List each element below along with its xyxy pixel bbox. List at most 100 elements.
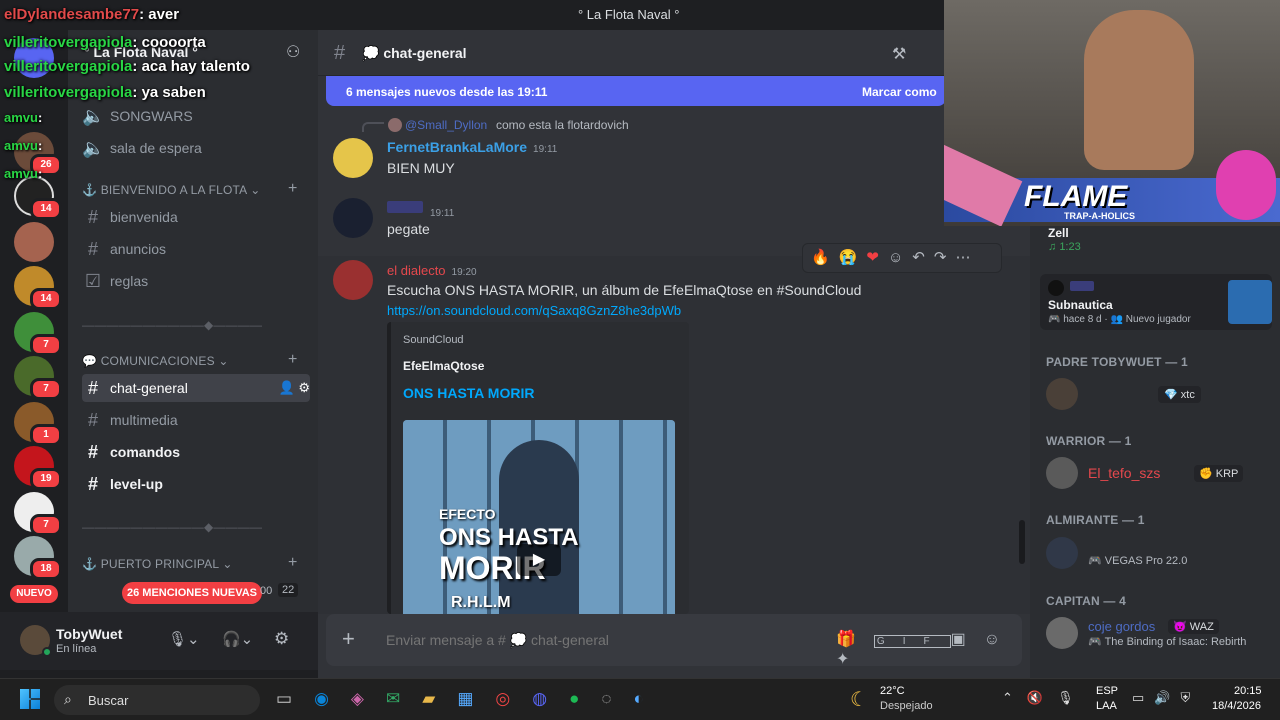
settings-icon[interactable]: ⚙ [274, 629, 289, 649]
message-link[interactable]: https://on.soundcloud.com/qSaxq8GznZ8he3… [387, 303, 681, 318]
taskbar-search[interactable]: ⌕ Buscar [54, 685, 260, 715]
author-name[interactable] [387, 201, 423, 213]
copilot-icon[interactable]: ◈ [351, 689, 386, 708]
reply-icon[interactable]: ↶ [912, 249, 934, 266]
divider-category[interactable]: ——————————◆———— [82, 318, 262, 332]
search-icon: ⌕ [64, 691, 72, 707]
fire-reaction-icon[interactable]: 🔥 [811, 249, 839, 266]
channel-comandos[interactable]: # comandos [82, 438, 310, 466]
avatar[interactable] [1046, 617, 1078, 649]
avatar[interactable] [333, 138, 373, 178]
gif-icon[interactable]: GIF [873, 635, 951, 648]
threads-icon[interactable]: ⚒ [892, 44, 906, 64]
avatar[interactable] [1046, 457, 1078, 489]
mic-icon[interactable]: 🎙⌄ [168, 630, 200, 648]
add-friend-icon[interactable]: ⚇ [286, 42, 300, 62]
voice-channel-songwars[interactable]: 🔈 SONGWARS [82, 102, 310, 130]
store-icon[interactable]: ▦ [457, 689, 495, 708]
file-explorer-icon[interactable]: ▰ [422, 689, 457, 708]
server-icon[interactable] [14, 222, 54, 262]
spotify-icon[interactable]: ● [569, 689, 601, 708]
emoji-icon[interactable]: ☺ [984, 631, 1018, 648]
reply-text[interactable]: como esta la flotardovich [496, 118, 629, 132]
category-bienvenido[interactable]: ⚓ BIENVENIDO A LA FLOTA ⌄ [82, 183, 261, 197]
member-name[interactable]: El_tefo_szs [1088, 465, 1160, 481]
embed-provider[interactable]: SoundCloud [403, 334, 464, 346]
edge-icon[interactable]: ◉ [314, 689, 351, 708]
discord-icon[interactable]: ◍ [532, 689, 569, 708]
chrome-icon[interactable]: ◎ [495, 689, 532, 708]
channel-reglas[interactable]: ☑ reglas [82, 267, 310, 295]
lang-layout[interactable]: LAA [1096, 700, 1117, 712]
play-icon[interactable]: ▶ [517, 544, 561, 576]
activity-card[interactable]: Subnautica 🎮 hace 8 d · 👥 Nuevo jugador [1040, 274, 1272, 330]
channel-sidebar: ° La Flota Naval ° ⚇ 🔈 SONGWARS 🔈 sala de … [68, 30, 318, 612]
task-view-icon[interactable]: ▭ [276, 689, 314, 708]
channel-chat-general[interactable]: # chat-general 👤 ⚙ [82, 374, 310, 402]
apps-icon[interactable]: ✦ [836, 651, 867, 668]
new-pill[interactable]: NUEVO [10, 585, 58, 603]
outlook-icon[interactable]: ✉ [386, 689, 422, 708]
mute-icon[interactable]: 🔇 [1027, 690, 1057, 705]
reply-username[interactable]: @Small_Dyllon [405, 118, 487, 132]
shield-icon[interactable]: ⛨ [1180, 690, 1200, 705]
category-comunicaciones[interactable]: 💬 COMUNICACIONES ⌄ [82, 354, 229, 368]
author-name[interactable]: el dialecto [387, 263, 446, 278]
more-icon[interactable]: ⋯ [955, 249, 979, 266]
weather-icon[interactable]: ☾ [850, 687, 868, 712]
voice-channel-sala[interactable]: 🔈 sala de espera [82, 134, 310, 162]
headphones-icon[interactable]: 🎧⌄ [222, 630, 253, 648]
clock-date[interactable]: 18/4/2026 [1212, 700, 1261, 712]
category-puerto[interactable]: ⚓ PUERTO PRINCIPAL ⌄ [82, 557, 233, 571]
scrollbar[interactable] [1019, 520, 1025, 564]
add-channel-icon[interactable]: + [288, 351, 297, 369]
add-attachment-icon[interactable]: + [342, 626, 355, 652]
forward-icon[interactable]: ↷ [934, 249, 956, 266]
heart-reaction-icon[interactable]: ❤ [866, 249, 888, 266]
add-channel-icon[interactable]: + [288, 554, 297, 572]
channel-bienvenida[interactable]: # bienvenida [82, 203, 310, 231]
network-icon[interactable]: ▭ [1132, 690, 1154, 705]
tag-text: WAZ [1189, 621, 1214, 633]
gift-icon[interactable]: 🎁 [836, 631, 874, 648]
game-time: 🎮 hace 8 d · 👥 Nuevo jugador [1048, 314, 1191, 325]
sticker-icon[interactable]: ▣ [951, 631, 984, 648]
new-messages-bar[interactable]: 6 mensajes nuevos desde las 19:11 Marcar… [326, 76, 946, 106]
mark-read-button[interactable]: Marcar como [862, 85, 937, 99]
member-name[interactable]: Zell [1048, 226, 1069, 240]
chat-line: villeritovergapiola: aca hay talento [4, 58, 250, 75]
channel-multimedia[interactable]: # multimedia [82, 406, 310, 434]
clock-time[interactable]: 20:15 [1234, 685, 1262, 697]
lang-code[interactable]: ESP [1096, 685, 1118, 697]
author-name[interactable]: FernetBrankaLaMore [387, 139, 527, 155]
volume-icon[interactable]: 🔊 [1154, 690, 1180, 705]
windows-start-icon[interactable] [20, 689, 40, 709]
crying-reaction-icon[interactable]: 😭 [839, 249, 867, 266]
capcut-icon[interactable]: ◐ [633, 689, 665, 708]
avatar[interactable] [333, 260, 373, 300]
message-input[interactable] [386, 628, 806, 652]
avatar[interactable] [1046, 378, 1078, 410]
embed-title[interactable]: ONS HASTA MORIR [403, 385, 534, 401]
member-name[interactable]: coje gordos [1088, 619, 1155, 634]
new-messages-text: 6 mensajes nuevos desde las 19:11 [346, 85, 548, 99]
mentions-pill[interactable]: 26 MENCIONES NUEVAS [122, 582, 262, 604]
channel-anuncios[interactable]: # anuncios [82, 235, 310, 263]
category-label: PUERTO PRINCIPAL [100, 557, 219, 571]
add-channel-icon[interactable]: + [288, 180, 297, 198]
hash-icon: # [334, 42, 346, 64]
streamer [1084, 10, 1194, 170]
steam-icon[interactable]: ◌ [601, 689, 633, 708]
chevron-up-icon[interactable]: ⌃ [1002, 690, 1027, 705]
divider-category[interactable]: ——————————◆———— [82, 520, 262, 534]
avatar[interactable] [333, 198, 373, 238]
album-cover-image[interactable]: EFECTO ONS HASTA MORIR R.H.L.M ▶ [403, 420, 675, 614]
channel-level-up[interactable]: # level-up [82, 470, 310, 498]
settings-icon[interactable]: 👤 ⚙ [279, 380, 310, 396]
avatar[interactable] [1046, 537, 1078, 569]
mic-icon[interactable]: 🎙 [1057, 690, 1088, 705]
add-reaction-icon[interactable]: ☺ [888, 249, 912, 266]
embed-author[interactable]: EfeElmaQtose [403, 359, 484, 373]
username[interactable]: TobyWuet [56, 626, 122, 642]
hash-icon: # [87, 441, 98, 462]
